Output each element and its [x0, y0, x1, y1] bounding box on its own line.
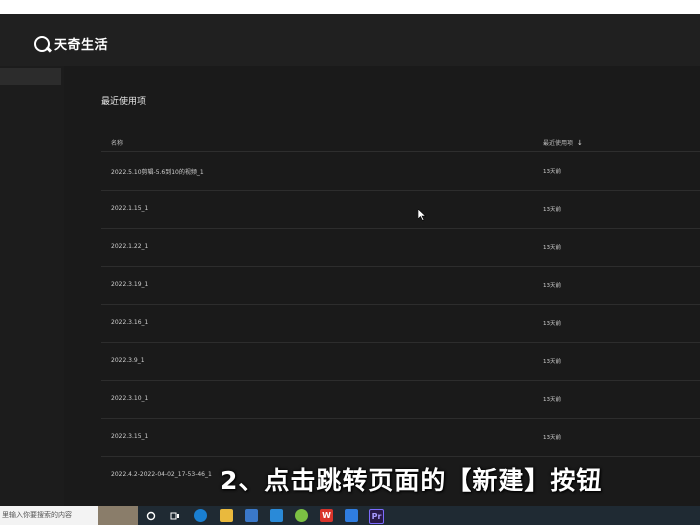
- table-row[interactable]: 2022.3.16_1 13天前: [101, 304, 700, 343]
- column-header-recent-label: 最近使用项: [543, 140, 574, 147]
- sidebar: [0, 66, 64, 506]
- watermark: 天奇生活: [34, 34, 108, 53]
- top-strip: [0, 0, 700, 14]
- taskbar: 里输入你要搜索的内容 W Pr: [0, 506, 700, 525]
- row-name: 2022.1.15_1: [111, 205, 149, 212]
- section-title: 最近使用项: [101, 97, 147, 107]
- watermark-text: 天奇生活: [54, 38, 109, 53]
- row-name: 2022.3.15_1: [111, 433, 149, 440]
- watermark-logo-icon: [34, 35, 50, 52]
- row-name: 2022.3.16_1: [111, 319, 149, 326]
- row-name: 2022.4.2-2022-04-02_17-53-46_1: [111, 471, 212, 478]
- table-row[interactable]: 2022.5.10剪辑-5.6到10的视频_1 13天前: [101, 152, 700, 191]
- table-header: 名称 最近使用项 ↓: [101, 136, 700, 152]
- row-date: 13天前: [543, 169, 561, 175]
- column-header-recent[interactable]: 最近使用项 ↓: [543, 138, 583, 148]
- taskbar-search-input[interactable]: 里输入你要搜索的内容: [0, 506, 98, 525]
- mouse-cursor-icon: [418, 209, 426, 221]
- row-name: 2022.3.19_1: [111, 281, 149, 288]
- premiere-label: Pr: [371, 512, 382, 521]
- app-blue-icon[interactable]: [345, 509, 358, 522]
- row-name: 2022.5.10剪辑-5.6到10的视频_1: [111, 169, 204, 176]
- row-date: 13天前: [543, 321, 561, 327]
- row-date: 13天前: [543, 245, 561, 251]
- row-date: 13天前: [543, 207, 561, 213]
- video-subtitle: 2、点击跳转页面的【新建】按钮: [220, 466, 603, 495]
- row-date: 13天前: [543, 397, 561, 403]
- premiere-icon[interactable]: Pr: [369, 509, 384, 524]
- table-row[interactable]: 2022.3.10_1 13天前: [101, 380, 700, 419]
- sidebar-item-selected[interactable]: [0, 68, 61, 85]
- file-explorer-icon[interactable]: [220, 509, 233, 522]
- table-row[interactable]: 2022.3.9_1 13天前: [101, 342, 700, 381]
- table-row[interactable]: 2022.1.22_1 13天前: [101, 228, 700, 267]
- taskbar-thumbnail: [98, 506, 138, 525]
- app-green-icon[interactable]: [295, 509, 308, 522]
- row-name: 2022.3.10_1: [111, 395, 149, 402]
- table-row[interactable]: 2022.3.19_1 13天前: [101, 266, 700, 305]
- column-header-name[interactable]: 名称: [111, 138, 123, 147]
- row-date: 13天前: [543, 435, 561, 441]
- store-icon[interactable]: [245, 509, 258, 522]
- task-view-icon[interactable]: [168, 509, 181, 522]
- row-name: 2022.1.22_1: [111, 243, 149, 250]
- row-date: 13天前: [543, 359, 561, 365]
- row-date: 13天前: [543, 283, 561, 289]
- search-icon[interactable]: [144, 509, 157, 522]
- edge-icon[interactable]: [194, 509, 207, 522]
- table-row[interactable]: 2022.1.15_1 13天前: [101, 190, 700, 229]
- mail-icon[interactable]: [270, 509, 283, 522]
- row-name: 2022.3.9_1: [111, 357, 145, 364]
- sort-down-icon: ↓: [577, 138, 583, 147]
- wps-icon[interactable]: W: [320, 509, 333, 522]
- table-row[interactable]: 2022.3.15_1 13天前: [101, 418, 700, 457]
- wps-label: W: [322, 511, 331, 520]
